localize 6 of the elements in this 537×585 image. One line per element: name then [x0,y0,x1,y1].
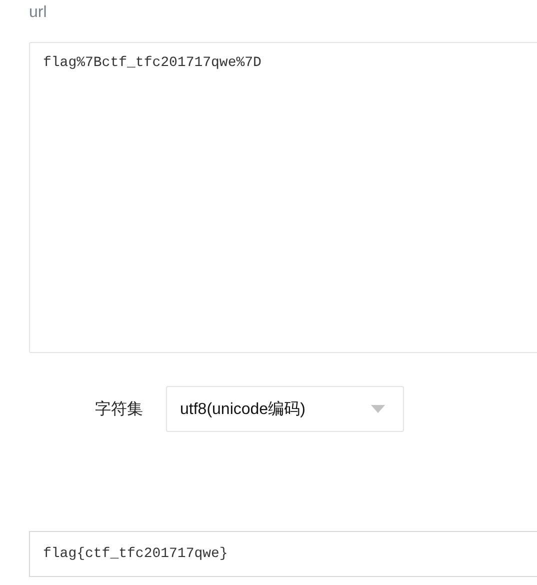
url-input-field[interactable]: flag%7Bctf_tfc201717qwe%7D [29,42,537,353]
caret-icon [371,405,385,413]
output-field[interactable]: flag{ctf_tfc201717qwe} [29,531,537,577]
field-label: url [29,3,48,23]
charset-dropdown[interactable]: utf8(unicode编码) [166,386,404,432]
charset-label: 字符集 [95,400,144,420]
